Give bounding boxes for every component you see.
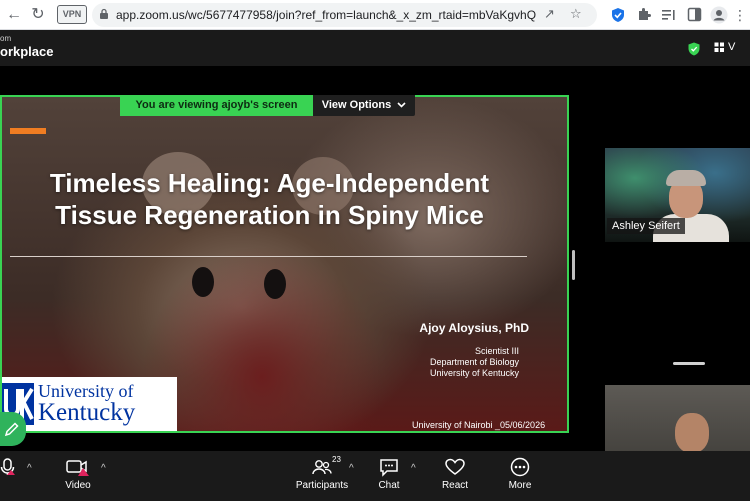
address-bar[interactable]: app.zoom.us/wc/5677477958/join?ref_from=… — [92, 3, 597, 27]
video-label: Video — [65, 480, 91, 491]
presenter-department: Department of Biology — [429, 357, 519, 367]
browser-menu-icon[interactable]: ⋮ — [730, 5, 750, 25]
slide-accent-bar — [10, 128, 46, 134]
participants-count-badge: 23 — [332, 455, 341, 464]
video-camera-icon — [66, 460, 89, 476]
more-button[interactable]: More — [503, 457, 537, 491]
chat-bubble-icon — [380, 459, 398, 477]
participant-head — [675, 413, 709, 453]
logo-line2: Kentucky — [38, 399, 136, 426]
encryption-shield-icon[interactable] — [688, 42, 700, 56]
brand-line1: om — [0, 34, 12, 43]
react-button[interactable]: React — [438, 457, 472, 491]
shield-extension-icon[interactable] — [611, 7, 625, 23]
slide-title-line2: Tissue Regeneration in Spiny Mice — [55, 200, 484, 230]
chat-label: Chat — [378, 480, 400, 491]
presenter-institution: University of Kentucky — [429, 368, 519, 378]
video-button[interactable]: Video — [58, 457, 98, 491]
participants-label: Participants — [295, 480, 349, 491]
share-page-icon[interactable]: ↗ — [544, 6, 555, 22]
meeting-controls-toolbar: ^ Video ^ Participants 23 ^ Chat ^ React… — [0, 451, 750, 501]
reading-list-icon[interactable] — [661, 8, 676, 22]
slide-divider — [10, 256, 527, 257]
view-grid-icon[interactable] — [714, 42, 725, 53]
panel-resize-handle[interactable] — [572, 250, 575, 280]
more-label: More — [508, 480, 532, 491]
university-logo: University of Kentucky — [2, 377, 177, 431]
mouse-eye-left — [192, 267, 214, 297]
presenter-name: Ajoy Aloysius, PhD — [419, 321, 529, 335]
chevron-down-icon — [397, 102, 406, 108]
participants-icon — [312, 460, 332, 475]
annotate-button[interactable] — [0, 412, 26, 446]
view-options-button[interactable]: View Options — [313, 95, 415, 116]
zoom-web-client-window: ← ↻ VPN app.zoom.us/wc/5677477958/join?r… — [0, 0, 750, 501]
zoom-workplace-logo: om orkplace — [0, 34, 53, 60]
presenter-role: Scientist III — [474, 346, 519, 356]
pencil-icon — [4, 422, 19, 437]
gallery-pager-handle[interactable] — [673, 362, 705, 365]
site-info-icon[interactable] — [99, 8, 109, 20]
back-arrow-icon[interactable]: ← — [4, 5, 24, 25]
bookmark-star-icon[interactable]: ☆ — [570, 6, 582, 22]
chat-button[interactable]: Chat — [374, 457, 404, 491]
slide-title: Timeless Healing: Age-Independent Tissue… — [2, 167, 537, 231]
view-options-label: View Options — [321, 99, 392, 111]
zoom-header-bar: om orkplace V — [0, 30, 750, 66]
participants-button[interactable]: Participants — [294, 457, 350, 491]
viewing-banner: You are viewing ajoyb's screen View Opti… — [120, 95, 415, 116]
audio-button[interactable] — [0, 457, 20, 477]
side-panel-icon[interactable] — [687, 7, 702, 22]
heart-reaction-icon — [445, 458, 465, 475]
shared-screen[interactable]: Timeless Healing: Age-Independent Tissue… — [0, 95, 569, 433]
participant-tile-ashley[interactable]: Ashley Seifert — [605, 148, 750, 242]
more-dots-icon — [510, 457, 530, 477]
microphone-icon — [0, 458, 15, 475]
vpn-badge[interactable]: VPN — [57, 5, 87, 24]
chat-options-caret-icon[interactable]: ^ — [411, 463, 416, 474]
participant-name-label: Ashley Seifert — [607, 218, 685, 234]
view-button[interactable]: V — [728, 41, 735, 53]
browser-toolbar: ← ↻ VPN app.zoom.us/wc/5677477958/join?r… — [0, 0, 750, 30]
react-label: React — [441, 480, 469, 491]
viewing-status-label: You are viewing ajoyb's screen — [120, 95, 313, 116]
brand-line2: orkplace — [0, 44, 54, 59]
extensions-puzzle-icon[interactable] — [637, 7, 652, 22]
reload-icon[interactable]: ↻ — [28, 5, 48, 25]
participant-cap — [666, 170, 706, 186]
video-options-caret-icon[interactable]: ^ — [101, 463, 106, 474]
slide-footer: University of Nairobi _05/06/2026 — [412, 420, 546, 430]
url-text: app.zoom.us/wc/5677477958/join?ref_from=… — [116, 8, 536, 22]
audio-options-caret-icon[interactable]: ^ — [27, 463, 32, 474]
slide-title-line1: Timeless Healing: Age-Independent — [49, 168, 490, 198]
profile-avatar-icon[interactable] — [710, 6, 728, 24]
mouse-eye-right — [264, 269, 286, 299]
participants-options-caret-icon[interactable]: ^ — [349, 463, 354, 474]
